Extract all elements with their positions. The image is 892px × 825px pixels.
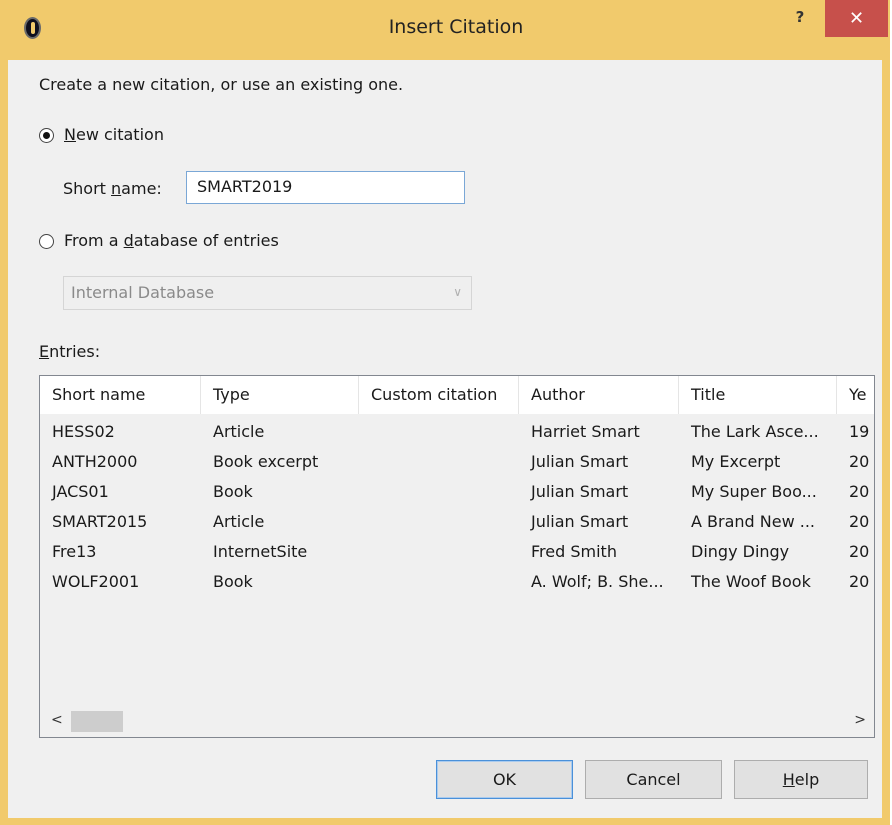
table-row[interactable]: JACS01 Book Julian Smart My Super Boo...… [40,477,874,507]
column-header-custom-citation[interactable]: Custom citation [359,376,519,414]
close-icon: ✕ [848,8,865,29]
cell-author: A. Wolf; B. She... [531,572,664,591]
entries-label: Entries: [39,342,101,361]
accelerator-key: H [782,770,795,789]
cell-type: Book [213,572,253,591]
cell-year: 20 [849,572,870,591]
help-button[interactable]: Help [734,760,868,799]
accelerator-key: n [111,179,122,198]
cell-short-name: SMART2015 [52,512,148,531]
cell-author: Harriet Smart [531,422,640,441]
cell-title: A Brand New ... [691,512,816,531]
instruction-text: Create a new citation, or use an existin… [39,75,404,94]
cancel-button[interactable]: Cancel [585,760,722,799]
table-row[interactable]: ANTH2000 Book excerpt Julian Smart My Ex… [40,447,874,477]
scroll-thumb[interactable] [71,711,123,732]
scroll-right-icon[interactable]: > [854,712,866,728]
cell-title: The Lark Asce... [691,422,819,441]
entries-header: Short name Type Custom citation Author T… [40,376,874,414]
short-name-input[interactable]: SMART2019 [186,171,465,204]
database-select[interactable]: Internal Database ∨ [63,276,472,310]
table-row[interactable]: WOLF2001 Book A. Wolf; B. She... The Woo… [40,567,874,597]
cell-type: Article [213,422,265,441]
dialog-body: Create a new citation, or use an existin… [8,60,882,818]
from-database-label[interactable]: From a database of entries [64,231,279,250]
new-citation-radio[interactable] [39,128,54,143]
cell-type: Article [213,512,265,531]
cell-title: My Excerpt [691,452,781,471]
column-header-title[interactable]: Title [679,376,837,414]
chevron-down-icon: ∨ [453,285,462,299]
cell-author: Julian Smart [531,512,629,531]
entries-list[interactable]: Short name Type Custom citation Author T… [39,375,875,738]
insert-citation-dialog: Insert Citation ? ✕ Create a new citatio… [0,0,890,825]
close-button[interactable]: ✕ [825,0,888,37]
cell-title: The Woof Book [691,572,811,591]
table-row[interactable]: HESS02 Article Harriet Smart The Lark As… [40,417,874,447]
cell-custom-citation [359,447,519,477]
table-row[interactable]: Fre13 InternetSite Fred Smith Dingy Ding… [40,537,874,567]
cell-year: 19 [849,422,870,441]
short-name-label: Short name: [63,179,162,198]
ok-button[interactable]: OK [436,760,573,799]
cell-author: Julian Smart [531,452,629,471]
cell-type: Book [213,482,253,501]
column-header-author[interactable]: Author [519,376,679,414]
column-header-short-name[interactable]: Short name [40,376,201,414]
cell-custom-citation [359,567,519,597]
cell-short-name: ANTH2000 [52,452,138,471]
cell-short-name: HESS02 [52,422,115,441]
cell-custom-citation [359,477,519,507]
accelerator-key: E [39,342,50,361]
cell-year: 20 [849,452,870,471]
cell-year: 20 [849,482,870,501]
cell-short-name: Fre13 [52,542,97,561]
cell-short-name: JACS01 [52,482,109,501]
cell-custom-citation [359,537,519,567]
cell-title: My Super Boo... [691,482,817,501]
cell-custom-citation [359,417,519,447]
window-title: Insert Citation [388,16,524,38]
title-bar: Insert Citation ? ✕ [0,0,890,60]
scroll-left-icon[interactable]: < [51,712,63,728]
from-database-radio[interactable] [39,234,54,249]
cell-author: Fred Smith [531,542,617,561]
cell-custom-citation [359,507,519,537]
cell-author: Julian Smart [531,482,629,501]
column-header-type[interactable]: Type [201,376,359,414]
column-header-year[interactable]: Ye [837,376,874,414]
cell-short-name: WOLF2001 [52,572,140,591]
cell-year: 20 [849,512,870,531]
new-citation-label[interactable]: New citation [64,125,164,144]
cell-year: 20 [849,542,870,561]
cell-type: Book excerpt [213,452,319,471]
table-row[interactable]: SMART2015 Article Julian Smart A Brand N… [40,507,874,537]
accelerator-key: N [64,125,76,144]
accelerator-key: d [123,231,134,250]
cell-type: InternetSite [213,542,308,561]
horizontal-scrollbar[interactable]: < > [41,706,874,737]
help-title-button[interactable]: ? [786,8,814,28]
cell-title: Dingy Dingy [691,542,790,561]
